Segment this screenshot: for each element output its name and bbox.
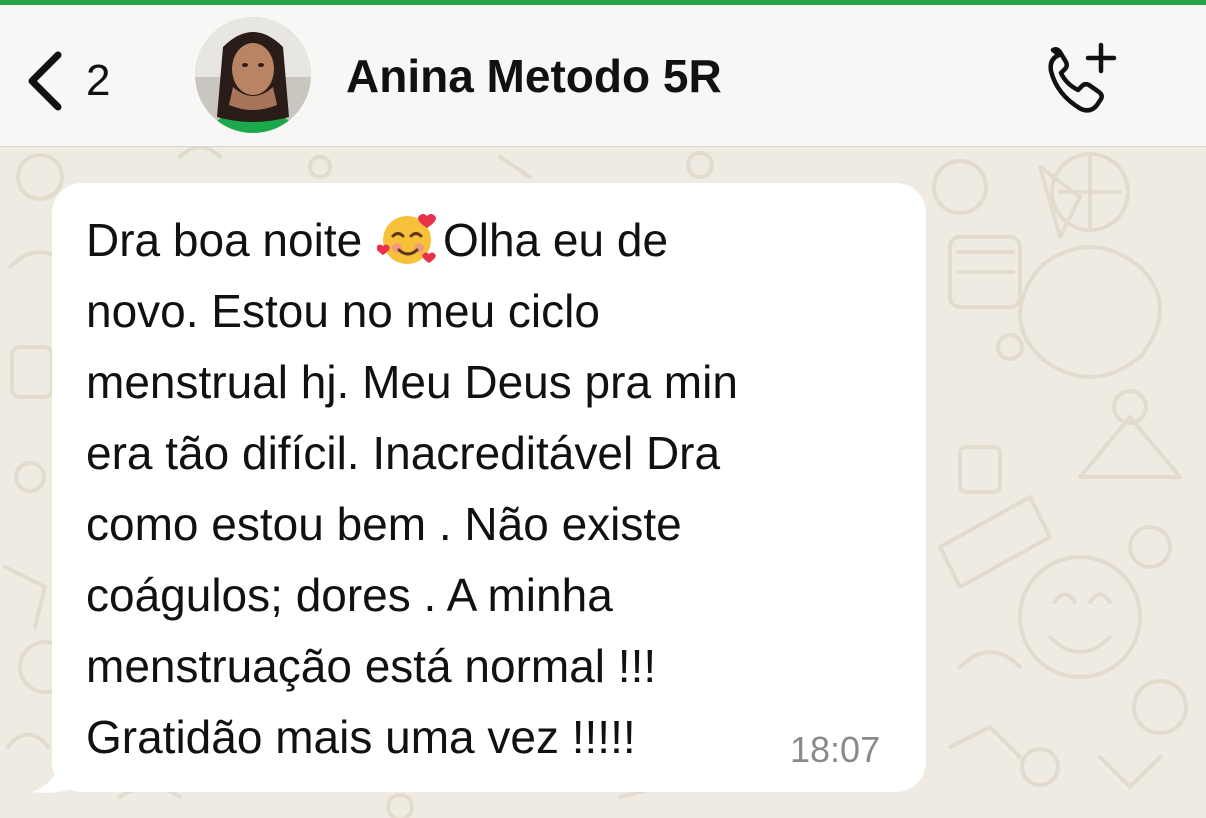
message-line-5: como estou bem . Não existe: [86, 498, 682, 550]
message-line-2: novo. Estou no meu ciclo: [86, 285, 600, 337]
message-text: Dra boa noite Olha eu de novo. Estou no …: [86, 205, 886, 773]
smiling-face-with-hearts-icon: [376, 214, 436, 264]
chat-header: 2 Anina Metodo 5R: [0, 5, 1206, 147]
contact-avatar[interactable]: [195, 17, 311, 133]
chevron-left-icon: [28, 51, 62, 111]
contact-name[interactable]: Anina Metodo 5R: [346, 48, 722, 104]
message-line-1: Dra boa noite Olha eu de: [86, 205, 886, 276]
message-line-7: menstruação está normal !!!: [86, 640, 657, 692]
message-line-3: menstrual hj. Meu Deus pra min: [86, 356, 738, 408]
phone-plus-icon: [1048, 42, 1117, 113]
message-timestamp: 18:07: [790, 729, 881, 770]
message-line-4: era tão difícil. Inacreditável Dra: [86, 427, 721, 479]
message-line-8: Gratidão mais uma vez !!!!!: [86, 711, 636, 763]
message-line-6: coágulos; dores . A minha: [86, 569, 613, 621]
back-button[interactable]: 2: [22, 43, 142, 119]
add-call-button[interactable]: [1043, 41, 1123, 117]
avatar-image: [195, 17, 311, 133]
unread-count: 2: [86, 56, 111, 105]
